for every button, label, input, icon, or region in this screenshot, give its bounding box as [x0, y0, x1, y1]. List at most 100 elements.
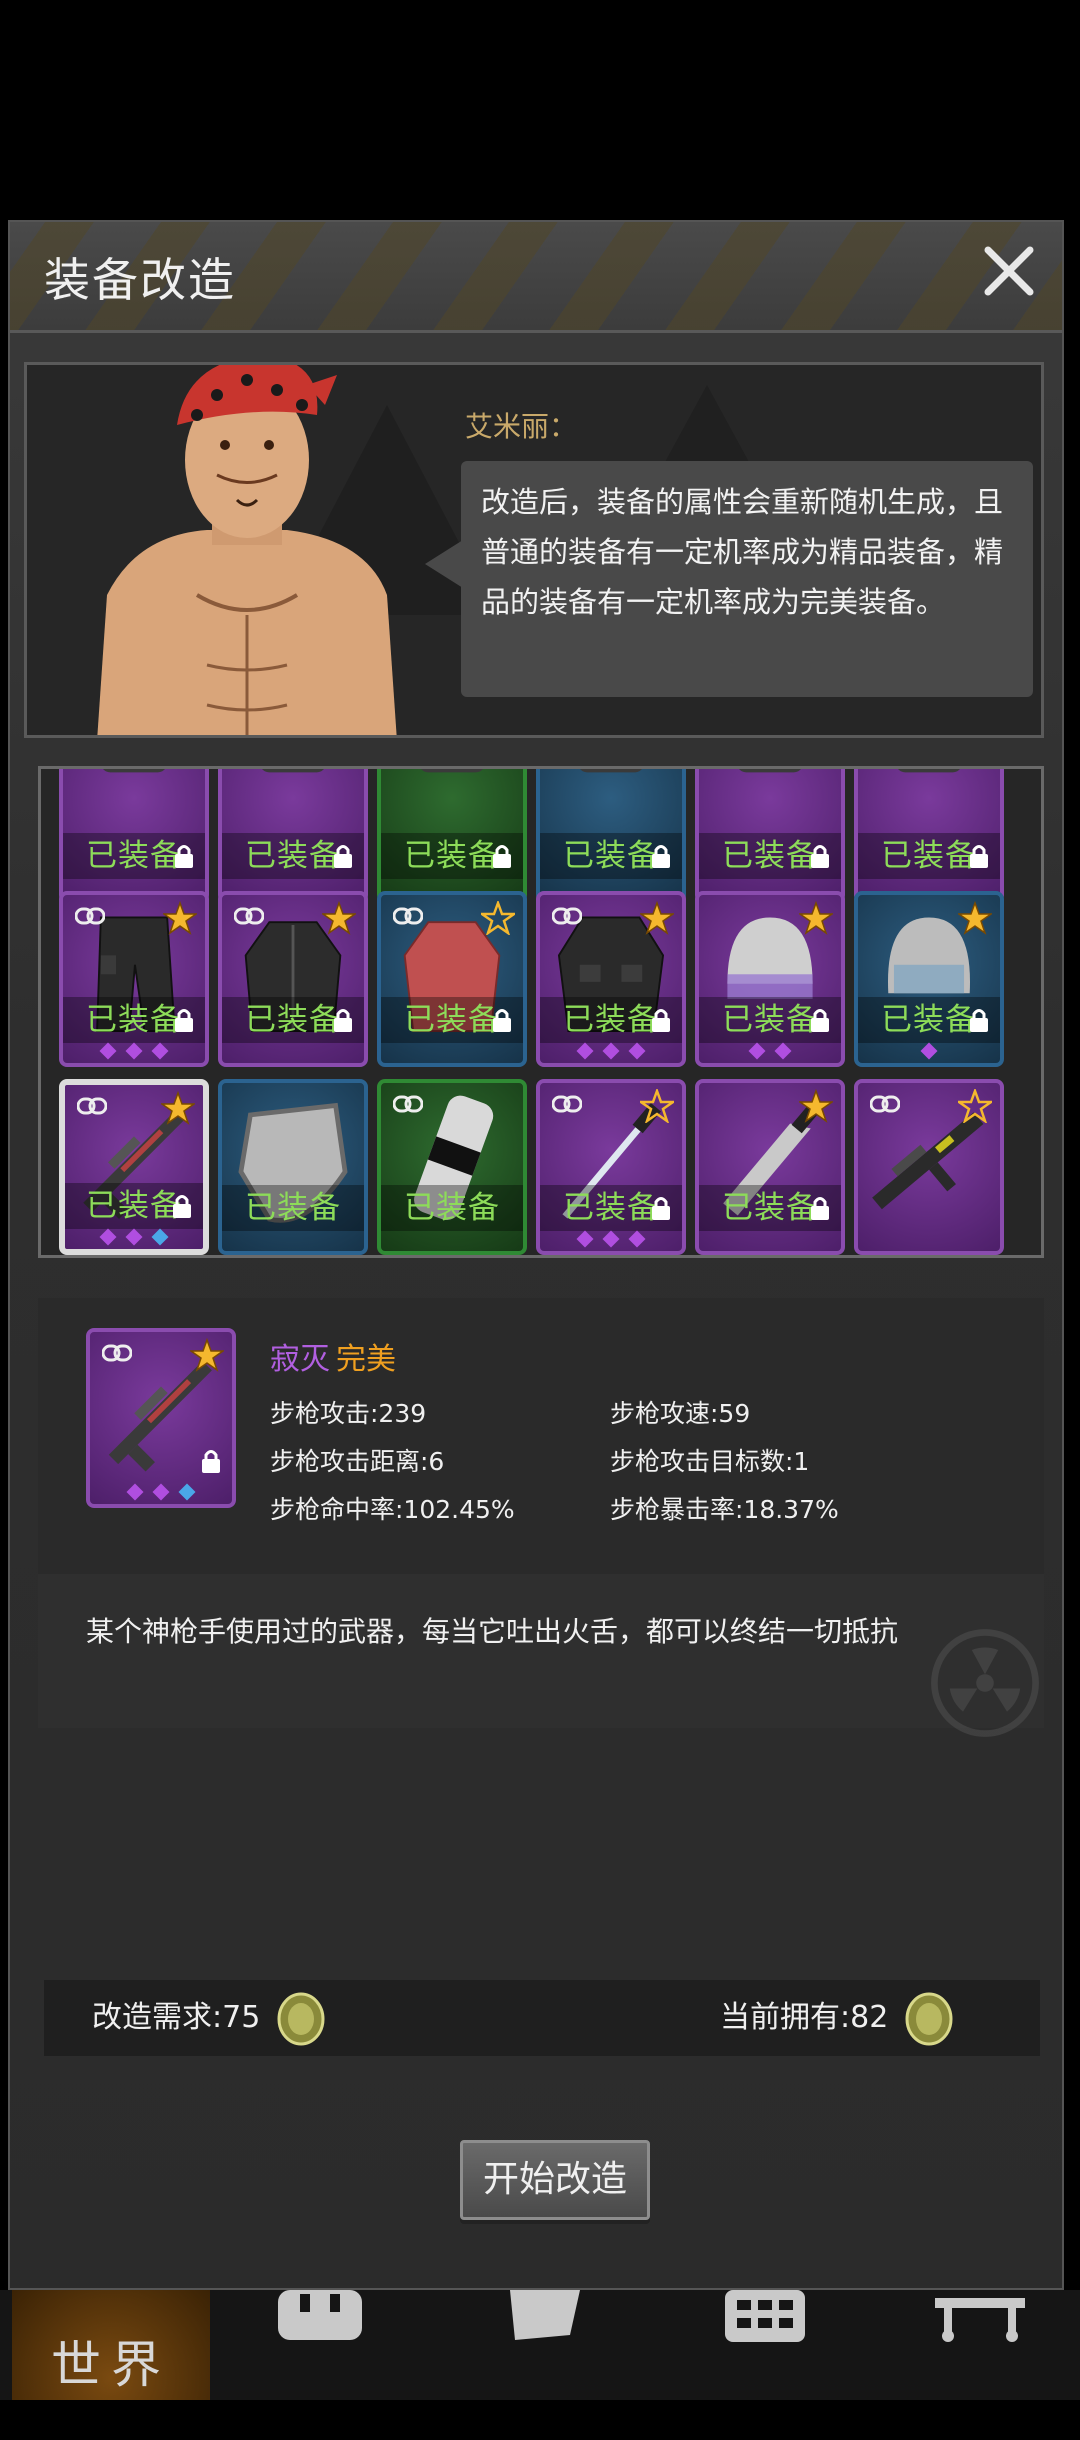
lock-icon [493, 1009, 511, 1032]
blue-gem-icon [151, 1228, 169, 1246]
lock-icon [175, 845, 193, 868]
lock-icon [652, 1009, 670, 1032]
npc-name: 艾米丽： [465, 410, 578, 443]
equipment-slot[interactable]: 已装备 [695, 891, 845, 1067]
backpack-icon[interactable] [270, 2290, 370, 2360]
nav-world[interactable]: 世界 [12, 2290, 210, 2400]
lock-icon [175, 1009, 193, 1032]
stat-rifle-attack: 步枪攻击:239 [270, 1399, 427, 1428]
equipment-slot[interactable]: 已装备 [59, 891, 209, 1067]
outline-star-icon [640, 1089, 674, 1123]
gold-star-icon [163, 901, 197, 935]
purple-gem-icon [576, 1230, 594, 1248]
purple-gem-icon [152, 1483, 170, 1501]
equipment-row: 已装备 已装备 已装备 已装备 已装备 [41, 1061, 1041, 1255]
lock-icon [173, 1195, 191, 1218]
purple-gem-icon [602, 1230, 620, 1248]
equipment-slot[interactable]: 已装备 [377, 1079, 527, 1255]
bottle-cap-icon [905, 1992, 953, 2045]
owned-amount-label: 当前拥有:82 [720, 2000, 889, 2035]
item-quality: 完美 [336, 1342, 396, 1377]
equipment-slot[interactable]: 已装备 [377, 891, 527, 1067]
stat-rifle-range: 步枪攻击距离:6 [270, 1447, 445, 1476]
npc-speech-bubble: 改造后，装备的属性会重新随机生成，且普通的装备有一定机率成为精品装备，精品的装备… [461, 461, 1033, 697]
purple-gem-icon [748, 1042, 766, 1060]
stat-rifle-crit: 步枪暴击率:18.37% [610, 1495, 839, 1524]
gold-star-icon [799, 901, 833, 935]
npc-dialog: 艾米丽： 改造后，装备的属性会重新随机生成，且普通的装备有一定机率成为精品装备，… [24, 362, 1044, 738]
nav-world-label: 世界 [51, 2336, 171, 2394]
start-modify-button[interactable]: 开始改造 [460, 2140, 650, 2220]
building-icon[interactable] [715, 2290, 815, 2360]
owned-amount: 当前拥有:82 [720, 1980, 954, 2056]
equipment-slot[interactable] [854, 1079, 1004, 1255]
lock-icon [202, 1450, 220, 1473]
gem-sockets [540, 1041, 682, 1063]
character-icon[interactable] [495, 2290, 595, 2360]
purple-gem-icon [126, 1483, 144, 1501]
purple-gem-icon [602, 1042, 620, 1060]
link-icon [234, 907, 264, 925]
equipment-slot[interactable]: 已装备 [536, 1079, 686, 1255]
purple-gem-icon [576, 1042, 594, 1060]
equipment-slot[interactable]: 已装备 [854, 891, 1004, 1067]
purple-gem-icon [628, 1230, 646, 1248]
gem-sockets [90, 1482, 232, 1504]
link-icon [102, 1344, 132, 1362]
equipment-slot[interactable]: 已装备 [218, 1079, 368, 1255]
stat-rifle-attack-speed: 步枪攻速:59 [610, 1399, 751, 1428]
item-description: 某个神枪手使用过的武器，每当它吐出火舌，都可以终结一切抵抗 [86, 1615, 899, 1648]
close-icon[interactable] [974, 236, 1044, 306]
gem-sockets [540, 1229, 682, 1251]
selected-item-slot[interactable] [86, 1328, 236, 1508]
lock-icon [970, 845, 988, 868]
link-icon [393, 1095, 423, 1113]
equipment-row: 已装备 已装备 已装备 已装备 已装备 已装备 [41, 873, 1041, 1067]
equipment-slot[interactable]: 已装备 [695, 1079, 845, 1255]
purple-gem-icon [125, 1228, 143, 1246]
purple-gem-icon [125, 1042, 143, 1060]
lock-icon [334, 1009, 352, 1032]
purple-gem-icon [774, 1042, 792, 1060]
link-icon [75, 907, 105, 925]
equipment-modify-panel: 装备改造 艾米丽： 改造后，装备的属性会重新随机生成，且普通的装备有一定机率成为… [8, 220, 1064, 2290]
workbench-icon[interactable] [930, 2290, 1030, 2360]
stat-rifle-accuracy: 步枪命中率:102.45% [270, 1495, 515, 1524]
equipment-grid[interactable]: 已装备 已装备 已装备 已装备 已装备 已装备 已装备 已装备 已装备 已装备 已装备 已装备 已装备已… [38, 766, 1044, 1258]
equipment-slot[interactable]: 已装备 [59, 1079, 209, 1255]
bottle-cap-icon [277, 1992, 325, 2045]
blue-gem-icon [178, 1483, 196, 1501]
lock-icon [493, 845, 511, 868]
required-cost-label: 改造需求:75 [92, 2000, 261, 2035]
gold-star-icon [322, 901, 356, 935]
link-icon [870, 1095, 900, 1113]
link-icon [77, 1097, 107, 1115]
gold-star-icon [161, 1091, 195, 1125]
purple-gem-icon [920, 1042, 938, 1060]
lock-icon [970, 1009, 988, 1032]
radiation-icon [931, 1629, 1039, 1737]
lock-icon [652, 1197, 670, 1220]
selected-item-slot [86, 1328, 236, 1508]
speech-bubble-tail [425, 540, 463, 588]
gem-sockets [699, 1041, 841, 1063]
gold-star-icon [958, 901, 992, 935]
purple-gem-icon [628, 1042, 646, 1060]
outline-star-icon [958, 1089, 992, 1123]
npc-portrait [97, 365, 397, 735]
item-name-text: 寂灭 [270, 1342, 330, 1377]
title-bar: 装备改造 [10, 222, 1062, 333]
gem-sockets [858, 1041, 1000, 1063]
link-icon [552, 907, 582, 925]
outline-star-icon [481, 901, 515, 935]
lock-icon [652, 845, 670, 868]
lock-icon [334, 845, 352, 868]
equipped-label: 已装备 [222, 1185, 364, 1231]
cost-bar: 改造需求:75 当前拥有:82 [44, 1980, 1040, 2056]
equipment-slot[interactable]: 已装备 [218, 891, 368, 1067]
gem-sockets [63, 1041, 205, 1063]
equipment-slot[interactable]: 已装备 [536, 891, 686, 1067]
gold-star-icon [640, 901, 674, 935]
bottom-nav: 世界 [0, 2290, 1080, 2400]
gem-sockets [65, 1227, 203, 1249]
